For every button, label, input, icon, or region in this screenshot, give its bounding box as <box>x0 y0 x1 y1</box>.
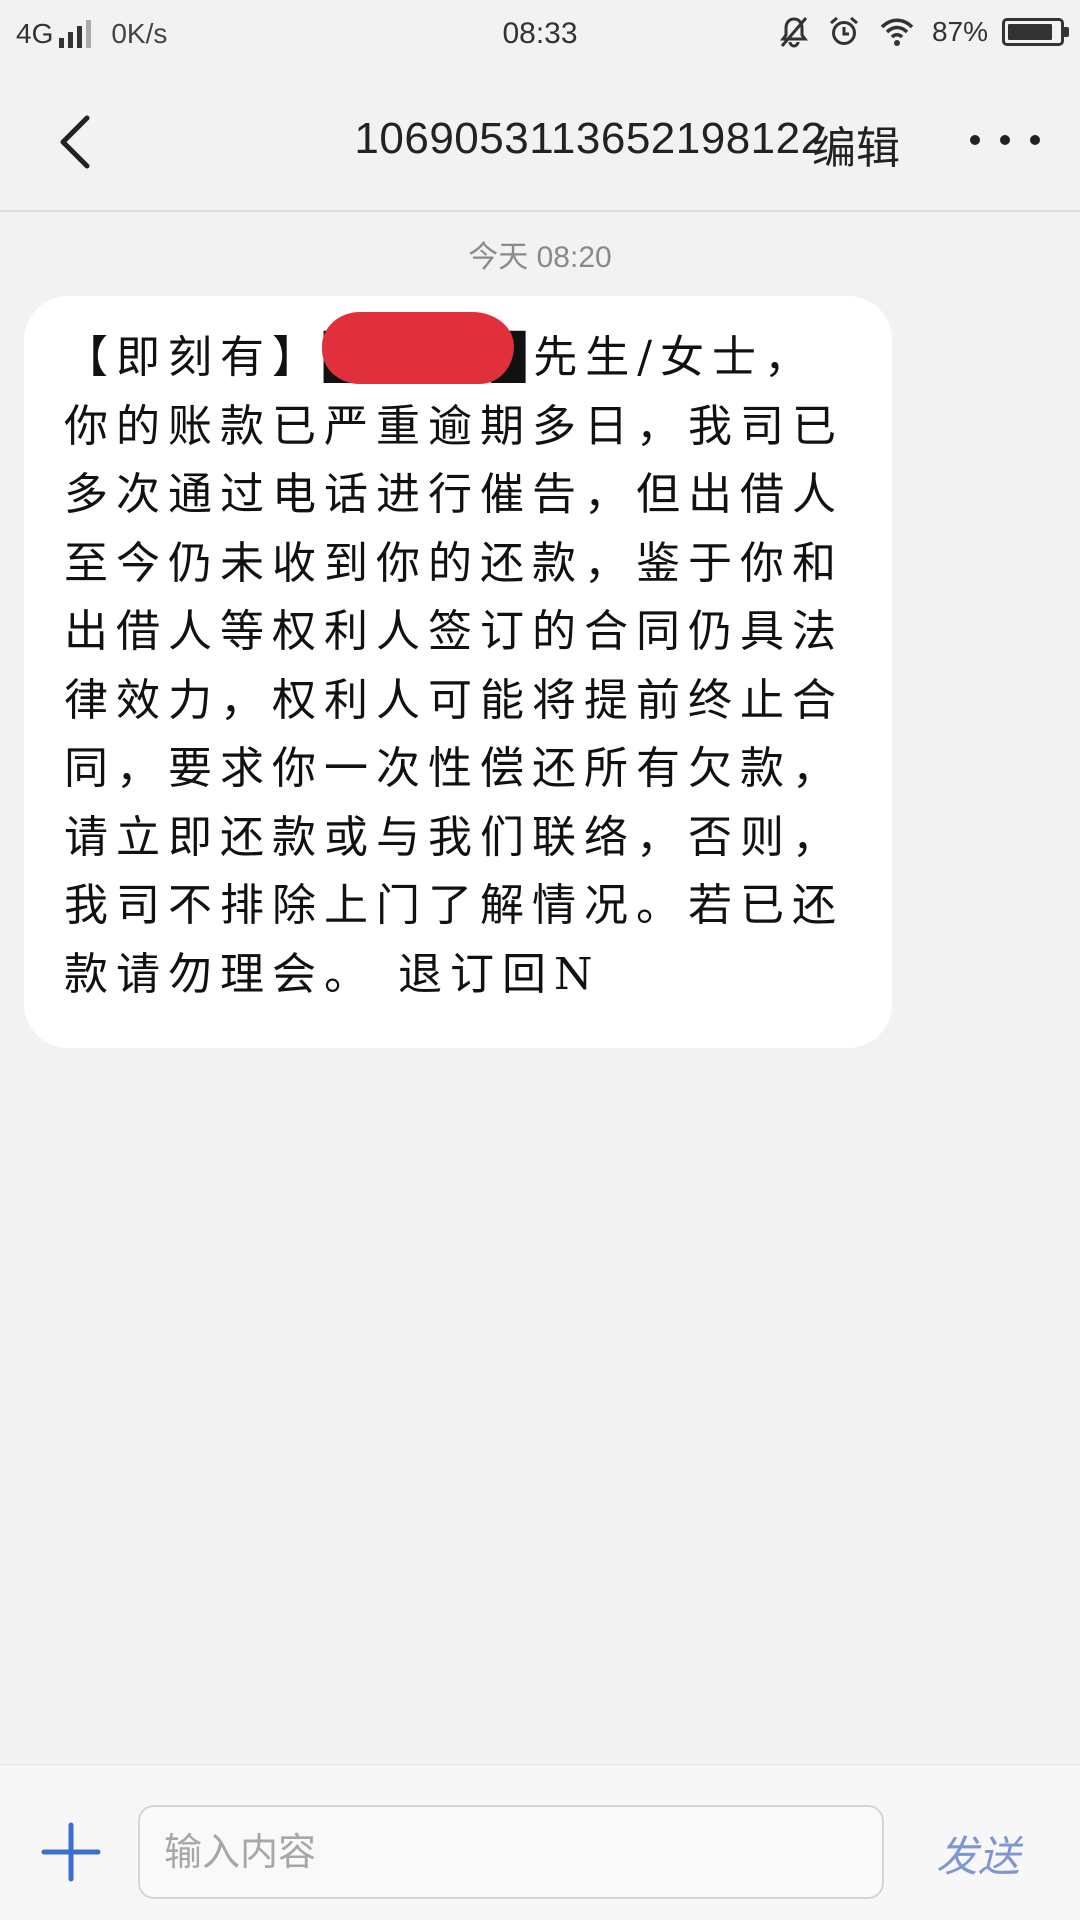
edit-button[interactable]: 编辑 <box>812 112 900 176</box>
battery-icon <box>1002 18 1069 46</box>
battery-level-fill <box>1008 24 1052 40</box>
plus-icon[interactable] <box>36 1817 106 1887</box>
status-right: 87% <box>776 14 1069 50</box>
mute-bell-icon <box>779 17 808 48</box>
conversation-header: 1069053113652198122 编辑 <box>0 72 1080 212</box>
contact-title: 1069053113652198122 <box>0 114 1080 164</box>
redaction-mark <box>322 312 514 384</box>
message-list[interactable]: 今天 08:20 【即刻有】█████先生/女士，你的账款已严重逾期多日，我司已… <box>0 212 1080 1762</box>
message-text: 【即刻有】█████先生/女士，你的账款已严重逾期多日，我司已多次通过电话进行催… <box>64 332 844 1000</box>
status-bar: 4G 0K/s 08:33 87% <box>0 0 1080 72</box>
sms-conversation-screen: 4G 0K/s 08:33 87% 1069053113652198122 编辑… <box>0 0 1080 1920</box>
message-timestamp: 今天 08:20 <box>468 241 612 274</box>
message-input[interactable] <box>138 1805 884 1899</box>
message-bubble[interactable]: 【即刻有】█████先生/女士，你的账款已严重逾期多日，我司已多次通过电话进行催… <box>24 296 892 1048</box>
battery-percent: 87% <box>931 16 988 47</box>
more-dots-icon[interactable] <box>970 120 1040 160</box>
wifi-icon <box>880 18 914 46</box>
send-button[interactable]: 发送 <box>936 1823 1020 1884</box>
alarm-icon <box>829 16 858 45</box>
contact-number: 1069053113652198122 <box>354 114 826 163</box>
compose-bar: 发送 <box>0 1764 1080 1920</box>
